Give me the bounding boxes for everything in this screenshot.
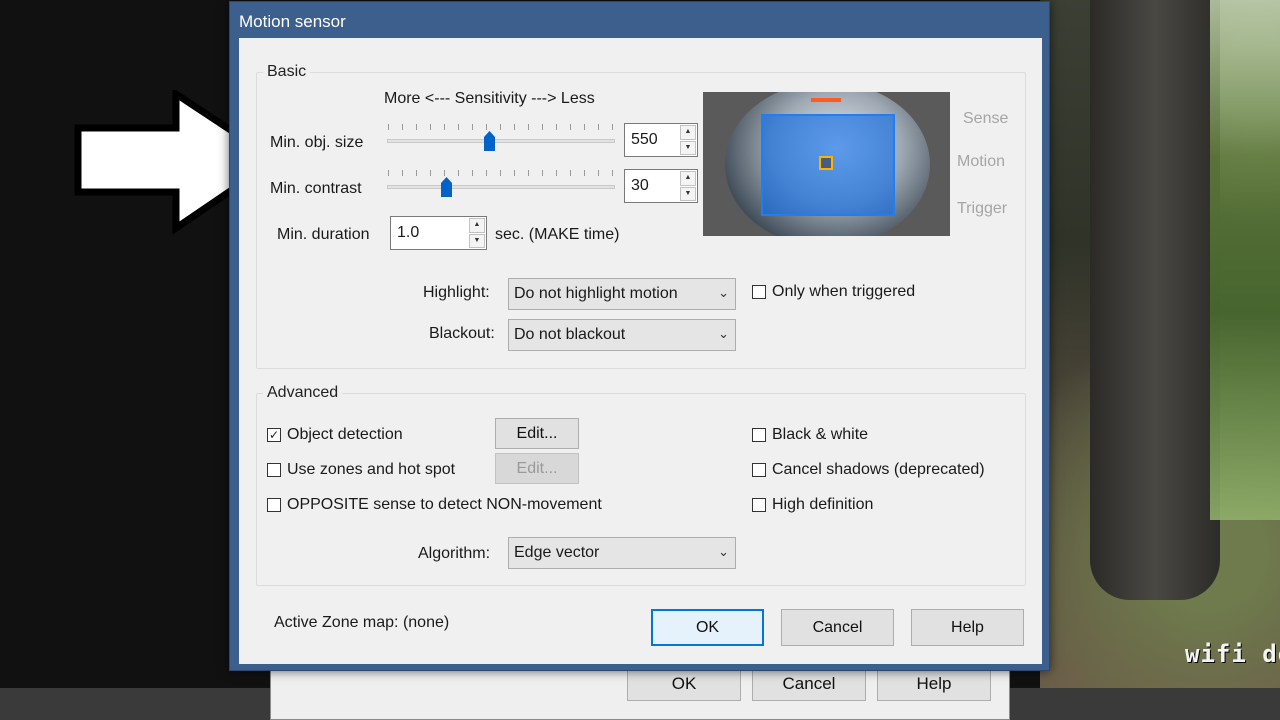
dialog-title: Motion sensor: [239, 12, 346, 31]
black-white-label: Black & white: [772, 426, 869, 443]
blackout-label: Blackout:: [429, 325, 495, 342]
active-zone-map-value: (none): [402, 614, 450, 631]
min-duration-value: 1.0: [397, 224, 420, 241]
trigger-indicator: Trigger: [957, 200, 1008, 217]
checkbox-box[interactable]: [752, 498, 766, 512]
advanced-group: Advanced ✓ Object detection Edit... Use …: [256, 384, 1026, 586]
motion-preview-image: [703, 92, 950, 236]
object-detection-checkbox[interactable]: ✓ Object detection: [267, 426, 403, 444]
cancel-button[interactable]: Cancel: [781, 609, 894, 646]
spin-down-icon[interactable]: ▼: [680, 140, 696, 155]
min-obj-size-input[interactable]: 550 ▲ ▼: [624, 123, 698, 157]
min-contrast-input[interactable]: 30 ▲ ▼: [624, 169, 698, 203]
min-contrast-ticks: [388, 170, 614, 176]
opposite-sense-checkbox[interactable]: OPPOSITE sense to detect NON-movement: [267, 496, 602, 514]
spin-up-icon[interactable]: ▲: [680, 125, 696, 140]
checkbox-box[interactable]: [752, 285, 766, 299]
chevron-down-icon: ⌄: [718, 285, 729, 300]
check-mark-icon[interactable]: ✓: [267, 428, 281, 442]
checkbox-box[interactable]: [267, 463, 281, 477]
min-obj-size-label: Min. obj. size: [270, 134, 364, 151]
high-definition-label: High definition: [772, 496, 874, 513]
blackout-dropdown[interactable]: Do not blackout ⌄: [508, 319, 736, 351]
motion-sensor-dialog: Motion sensor Basic More <--- Sensitivit…: [229, 1, 1050, 671]
parent-help-button[interactable]: Help: [877, 667, 991, 701]
sensitivity-caption: More <--- Sensitivity ---> Less: [384, 90, 595, 107]
algorithm-dropdown[interactable]: Edge vector ⌄: [508, 537, 736, 569]
min-obj-size-value: 550: [631, 131, 658, 148]
highlight-label: Highlight:: [423, 284, 490, 301]
min-obj-size-ticks: [388, 124, 614, 130]
only-when-triggered-checkbox[interactable]: Only when triggered: [752, 283, 915, 301]
use-zones-checkbox[interactable]: Use zones and hot spot: [267, 461, 455, 479]
object-detection-label: Object detection: [287, 426, 403, 443]
sense-indicator: Sense: [963, 110, 1009, 127]
active-zone-map-caption: Active Zone map:: [274, 614, 399, 631]
parent-cancel-button[interactable]: Cancel: [752, 667, 866, 701]
camera-feed-background: wifi do: [1040, 0, 1280, 690]
chevron-down-icon: ⌄: [718, 544, 729, 559]
min-contrast-slider[interactable]: [387, 185, 615, 189]
zones-edit-button: Edit...: [495, 453, 579, 484]
checkbox-box[interactable]: [752, 463, 766, 477]
highlight-dropdown[interactable]: Do not highlight motion ⌄: [508, 278, 736, 310]
min-contrast-spinner[interactable]: ▲ ▼: [680, 171, 696, 201]
algorithm-value: Edge vector: [514, 544, 600, 561]
chevron-down-icon: ⌄: [718, 326, 729, 341]
black-white-checkbox[interactable]: Black & white: [752, 426, 868, 444]
min-duration-spinner[interactable]: ▲ ▼: [469, 218, 485, 248]
porch-column: [1090, 0, 1220, 600]
object-detection-box: [819, 156, 833, 170]
min-duration-label: Min. duration: [277, 226, 370, 243]
min-duration-unit: sec. (MAKE time): [495, 226, 620, 243]
opposite-sense-label: OPPOSITE sense to detect NON-movement: [287, 496, 602, 513]
min-obj-size-slider-thumb[interactable]: [484, 131, 495, 151]
cancel-shadows-checkbox[interactable]: Cancel shadows (deprecated): [752, 461, 985, 479]
ok-button[interactable]: OK: [651, 609, 764, 646]
active-zone-map-label: Active Zone map: (none): [274, 614, 449, 632]
dialog-client-area: Basic More <--- Sensitivity ---> Less Mi…: [239, 38, 1042, 664]
only-when-triggered-label: Only when triggered: [772, 283, 916, 300]
checkbox-box[interactable]: [752, 428, 766, 442]
min-contrast-value: 30: [631, 177, 649, 194]
algorithm-label: Algorithm:: [418, 545, 491, 562]
advanced-group-label: Advanced: [263, 384, 343, 402]
use-zones-label: Use zones and hot spot: [287, 461, 456, 478]
object-detection-edit-button[interactable]: Edit...: [495, 418, 579, 449]
min-contrast-slider-thumb[interactable]: [441, 177, 452, 197]
min-contrast-label: Min. contrast: [270, 180, 362, 197]
trees: [1210, 0, 1280, 520]
camera-overlay-text: wifi do: [1185, 640, 1280, 668]
parent-ok-button[interactable]: OK: [627, 667, 741, 701]
spin-down-icon[interactable]: ▼: [680, 186, 696, 201]
high-definition-checkbox[interactable]: High definition: [752, 496, 873, 514]
basic-group-label: Basic: [263, 63, 311, 81]
blackout-value: Do not blackout: [514, 326, 626, 343]
spin-up-icon[interactable]: ▲: [680, 171, 696, 186]
highlight-value: Do not highlight motion: [514, 285, 678, 302]
help-button[interactable]: Help: [911, 609, 1024, 646]
min-obj-size-spinner[interactable]: ▲ ▼: [680, 125, 696, 155]
min-obj-size-slider[interactable]: [387, 139, 615, 143]
spin-down-icon[interactable]: ▼: [469, 233, 485, 248]
basic-group: Basic More <--- Sensitivity ---> Less Mi…: [256, 63, 1026, 369]
motion-indicator: Motion: [957, 153, 1006, 170]
min-duration-input[interactable]: 1.0 ▲ ▼: [390, 216, 487, 250]
checkbox-box[interactable]: [267, 498, 281, 512]
cancel-shadows-label: Cancel shadows (deprecated): [772, 461, 985, 478]
spin-up-icon[interactable]: ▲: [469, 218, 485, 233]
preview-status-bar: [811, 98, 841, 102]
